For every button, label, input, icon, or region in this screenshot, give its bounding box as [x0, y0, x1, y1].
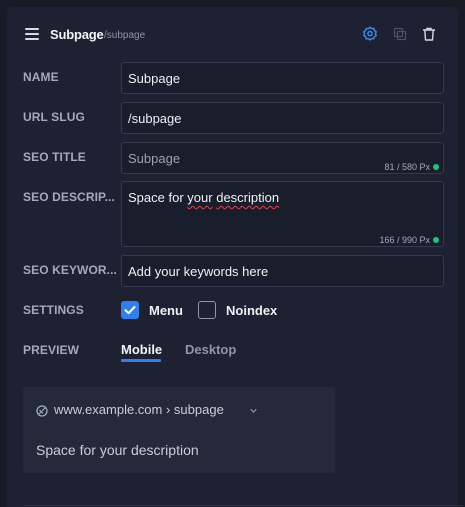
noindex-checkbox[interactable]: [198, 301, 216, 319]
duplicate-icon[interactable]: [392, 26, 408, 42]
name-label: NAME: [23, 70, 59, 84]
seo-description-text: Space for your description: [128, 190, 280, 205]
menu-checkbox[interactable]: [121, 301, 139, 319]
page-editor-panel: Subpage /subpage NAME Subpage URL SLUG /…: [7, 7, 463, 507]
search-preview-card: www.example.com › subpage Space for your…: [23, 387, 335, 473]
seo-keywords-placeholder: Add your keywords here: [128, 264, 269, 279]
preview-url: www.example.com › subpage: [54, 402, 224, 417]
page-slug: /subpage: [104, 30, 146, 41]
seo-description-label: SEO DESCRIP...: [23, 190, 115, 204]
url-slug-value: /subpage: [128, 111, 182, 126]
menu-checkbox-label[interactable]: Menu: [149, 303, 183, 318]
globe-icon: [36, 405, 48, 417]
tab-mobile[interactable]: Mobile: [121, 342, 162, 357]
chevron-down-icon[interactable]: [249, 406, 258, 415]
tab-desktop[interactable]: Desktop: [185, 342, 236, 357]
seo-description-status-dot: [433, 237, 439, 243]
seo-title-placeholder: Subpage: [128, 151, 181, 166]
seo-description-value: Space for your description: [128, 190, 279, 205]
check-icon: [124, 306, 136, 315]
preview-label: PREVIEW: [23, 343, 80, 357]
settings-label: SETTINGS: [23, 303, 84, 317]
preview-description: Space for your description: [36, 442, 199, 458]
menu-icon[interactable]: [25, 28, 39, 40]
seo-title-label: SEO TITLE: [23, 150, 86, 164]
seo-title-counter: 81 / 580 Px: [384, 162, 430, 172]
seo-description-field[interactable]: Space for your description 166 / 990 Px: [121, 181, 444, 247]
seo-keywords-label: SEO KEYWOR...: [23, 263, 117, 277]
panel-header: Subpage /subpage: [7, 7, 458, 63]
trash-icon[interactable]: [421, 26, 437, 42]
gear-icon[interactable]: [362, 26, 378, 42]
name-value: Subpage: [128, 71, 181, 86]
active-tab-indicator: [121, 359, 161, 362]
divider: [23, 505, 463, 506]
page-title: Subpage: [50, 27, 104, 42]
seo-description-counter: 166 / 990 Px: [379, 235, 430, 245]
seo-title-field[interactable]: Subpage 81 / 580 Px: [121, 142, 444, 174]
seo-title-status-dot: [433, 164, 439, 170]
seo-keywords-field[interactable]: Add your keywords here: [121, 255, 444, 287]
noindex-checkbox-label[interactable]: Noindex: [226, 303, 277, 318]
name-field[interactable]: Subpage: [121, 62, 444, 94]
url-slug-field[interactable]: /subpage: [121, 102, 444, 134]
url-slug-label: URL SLUG: [23, 110, 85, 124]
